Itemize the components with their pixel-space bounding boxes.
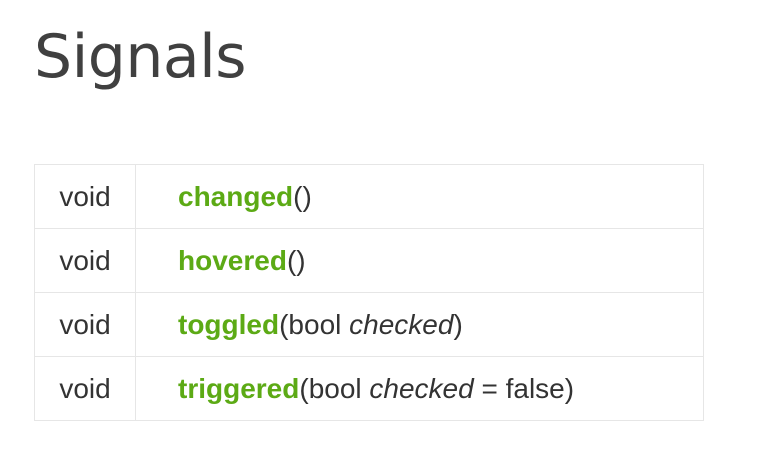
signal-link-hovered[interactable]: hovered: [178, 245, 287, 276]
signal-signature: triggered(bool checked = false): [135, 356, 704, 421]
open-paren: (: [286, 244, 297, 276]
param-name: checked: [369, 372, 474, 404]
param-default: = false: [473, 372, 565, 404]
table-row: void changed(): [34, 164, 704, 229]
close-paren: ): [564, 372, 575, 404]
close-paren: ): [296, 244, 306, 276]
signals-table: void changed() void hovered() void toggl…: [34, 164, 704, 421]
signal-signature: toggled(bool checked): [135, 292, 704, 357]
signal-link-changed[interactable]: changed: [178, 181, 293, 212]
page-title: Signals: [34, 22, 247, 92]
param-name: checked: [349, 308, 454, 340]
signal-link-triggered[interactable]: triggered: [178, 373, 299, 404]
return-type: void: [34, 356, 136, 421]
close-paren: ): [302, 180, 312, 212]
signal-signature: changed(): [135, 164, 704, 229]
table-row: void toggled(bool checked): [34, 292, 704, 357]
return-type: void: [34, 292, 136, 357]
signal-signature: hovered(): [135, 228, 704, 293]
close-paren: ): [453, 308, 463, 340]
table-row: void triggered(bool checked = false): [34, 356, 704, 421]
table-row: void hovered(): [34, 228, 704, 293]
param-type: bool: [308, 372, 370, 404]
param-type: bool: [288, 308, 350, 340]
return-type: void: [34, 228, 136, 293]
return-type: void: [34, 164, 136, 229]
open-paren: (: [299, 372, 309, 404]
signal-link-toggled[interactable]: toggled: [178, 309, 279, 340]
